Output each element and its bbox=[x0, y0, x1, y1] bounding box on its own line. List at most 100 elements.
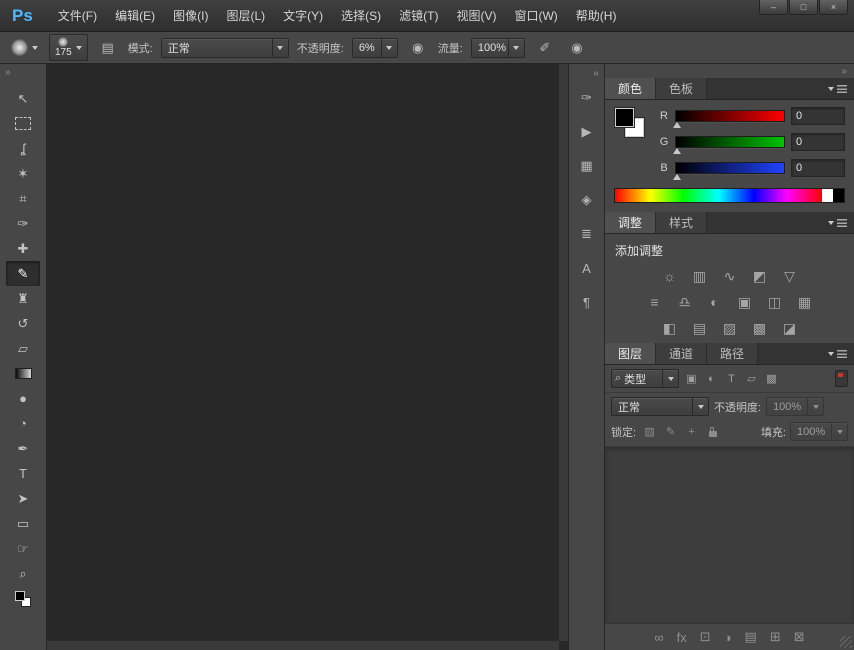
pressure-opacity-button[interactable]: ◉ bbox=[406, 36, 430, 60]
blend-mode-select[interactable]: 正常 bbox=[161, 38, 289, 58]
channel-value-input[interactable]: 0 bbox=[791, 159, 845, 177]
minimize-button[interactable]: – bbox=[759, 0, 788, 15]
menu-item[interactable]: 图层(L) bbox=[217, 0, 274, 32]
invert-adjustment-icon[interactable]: ◧ bbox=[660, 320, 680, 337]
threshold-adjustment-icon[interactable]: ▨ bbox=[720, 320, 740, 337]
eyedropper-tool[interactable]: ✑ bbox=[6, 211, 40, 236]
filter-pixel-layers-icon[interactable]: ▣ bbox=[682, 370, 701, 387]
curves-adjustment-icon[interactable]: ∿ bbox=[720, 268, 740, 285]
color-spectrum-ramp[interactable] bbox=[614, 188, 845, 203]
layer-opacity-select[interactable]: 100% bbox=[766, 397, 824, 416]
black-swatch[interactable] bbox=[833, 189, 844, 202]
panel-tab[interactable]: 色板 bbox=[656, 78, 707, 99]
color-slider-track[interactable] bbox=[675, 110, 785, 122]
clone-source-panel-icon[interactable]: ≣ bbox=[574, 221, 600, 247]
move-tool[interactable]: ↖ bbox=[6, 86, 40, 111]
slider-thumb-icon[interactable] bbox=[673, 148, 681, 154]
selective-color-adjustment-icon[interactable]: ◪ bbox=[780, 320, 800, 337]
lock-position-button[interactable]: + bbox=[682, 423, 701, 440]
panel-menu-icon[interactable] bbox=[828, 212, 854, 233]
lock-all-button[interactable] bbox=[703, 423, 722, 440]
rectangle-tool[interactable]: ▭ bbox=[6, 511, 40, 536]
pressure-size-button[interactable]: ◉ bbox=[565, 36, 589, 60]
foreground-background-colors[interactable] bbox=[6, 586, 40, 611]
channel-value-input[interactable]: 0 bbox=[791, 107, 845, 125]
panel-tab[interactable]: 路径 bbox=[707, 343, 758, 364]
resize-grip[interactable] bbox=[840, 636, 852, 648]
expand-panels-button[interactable]: « bbox=[587, 64, 604, 85]
character-panel-icon[interactable]: A bbox=[574, 255, 600, 281]
exposure-adjustment-icon[interactable]: ◩ bbox=[750, 268, 770, 285]
airbrush-button[interactable]: ✐ bbox=[533, 36, 557, 60]
eraser-tool[interactable]: ▱ bbox=[6, 336, 40, 361]
hand-tool[interactable]: ☞ bbox=[6, 536, 40, 561]
panel-tab[interactable]: 通道 bbox=[656, 343, 707, 364]
horizontal-type-tool[interactable]: T bbox=[6, 461, 40, 486]
menu-item[interactable]: 文件(F) bbox=[49, 0, 106, 32]
tool-preset-picker[interactable] bbox=[8, 37, 41, 58]
new-adjustment-layer-icon[interactable]: ◑ bbox=[724, 630, 732, 645]
menu-item[interactable]: 视图(V) bbox=[447, 0, 505, 32]
maximize-button[interactable]: □ bbox=[789, 0, 818, 15]
close-button[interactable]: × bbox=[819, 0, 848, 15]
panel-tab[interactable]: 样式 bbox=[656, 212, 707, 233]
delete-layer-icon[interactable]: ⊠ bbox=[794, 629, 805, 645]
color-balance-adjustment-icon[interactable]: ♎ bbox=[675, 294, 695, 311]
brush-panel-icon[interactable]: ✑ bbox=[574, 85, 600, 111]
tool-presets-panel-icon[interactable]: ◈ bbox=[574, 187, 600, 213]
panel-menu-icon[interactable] bbox=[828, 343, 854, 364]
vibrance-adjustment-icon[interactable]: ▽ bbox=[780, 268, 800, 285]
filter-smart-object-icon[interactable]: ▩ bbox=[762, 370, 781, 387]
flow-select[interactable]: 100% bbox=[471, 38, 525, 58]
foreground-background-swatches[interactable] bbox=[614, 107, 650, 147]
foreground-color-swatch[interactable] bbox=[615, 108, 634, 127]
gradient-map-adjustment-icon[interactable]: ▩ bbox=[750, 320, 770, 337]
filter-type-layers-icon[interactable]: T bbox=[722, 370, 741, 387]
pen-tool[interactable]: ✒ bbox=[6, 436, 40, 461]
new-group-icon[interactable]: ▤ bbox=[745, 629, 757, 645]
panel-tab[interactable]: 颜色 bbox=[605, 78, 656, 99]
dodge-tool[interactable]: ◔ bbox=[6, 411, 40, 436]
layer-fill-select[interactable]: 100% bbox=[790, 422, 848, 441]
slider-thumb-icon[interactable] bbox=[673, 174, 681, 180]
lock-image-pixels-button[interactable]: ✎ bbox=[661, 423, 680, 440]
channel-mixer-adjustment-icon[interactable]: ◫ bbox=[765, 294, 785, 311]
channel-value-input[interactable]: 0 bbox=[791, 133, 845, 151]
path-selection-tool[interactable]: ➤ bbox=[6, 486, 40, 511]
menu-item[interactable]: 滤镜(T) bbox=[390, 0, 447, 32]
link-layers-icon[interactable]: ∞ bbox=[654, 630, 663, 645]
rectangular-marquee-tool[interactable] bbox=[6, 111, 40, 136]
levels-adjustment-icon[interactable]: ▥ bbox=[690, 268, 710, 285]
color-slider-track[interactable] bbox=[675, 136, 785, 148]
horizontal-scrollbar[interactable] bbox=[47, 640, 559, 650]
filter-adjustment-layers-icon[interactable]: ◐ bbox=[702, 370, 721, 387]
menu-item[interactable]: 图像(I) bbox=[164, 0, 217, 32]
spectrum-gradient[interactable] bbox=[615, 189, 822, 202]
menu-item[interactable]: 文字(Y) bbox=[274, 0, 332, 32]
color-lookup-adjustment-icon[interactable]: ▦ bbox=[795, 294, 815, 311]
zoom-tool[interactable]: ⌕ bbox=[6, 561, 40, 586]
lock-transparent-pixels-button[interactable]: ▨ bbox=[640, 423, 659, 440]
panel-tab[interactable]: 图层 bbox=[605, 343, 656, 364]
menu-item[interactable]: 帮助(H) bbox=[567, 0, 626, 32]
panel-menu-icon[interactable] bbox=[828, 78, 854, 99]
brightness-contrast-adjustment-icon[interactable]: ☼ bbox=[660, 268, 680, 285]
new-layer-icon[interactable]: ⊞ bbox=[770, 629, 781, 645]
layer-blend-mode-select[interactable]: 正常 bbox=[611, 397, 709, 416]
slider-thumb-icon[interactable] bbox=[673, 122, 681, 128]
actions-panel-icon[interactable]: ▶ bbox=[574, 119, 600, 145]
toggle-brush-panel-button[interactable]: ▤ bbox=[96, 36, 120, 60]
menu-item[interactable]: 选择(S) bbox=[332, 0, 390, 32]
hue-saturation-adjustment-icon[interactable]: ≡ bbox=[645, 294, 665, 311]
canvas[interactable] bbox=[47, 64, 568, 650]
spot-healing-brush-tool[interactable]: ✚ bbox=[6, 236, 40, 261]
filter-shape-layers-icon[interactable]: ▱ bbox=[742, 370, 761, 387]
blur-tool[interactable]: ● bbox=[6, 386, 40, 411]
menu-item[interactable]: 窗口(W) bbox=[505, 0, 566, 32]
white-swatch[interactable] bbox=[822, 189, 833, 202]
layer-filter-select[interactable]: ⌕ 类型 bbox=[611, 369, 679, 388]
layers-list[interactable] bbox=[605, 447, 854, 623]
layer-filter-toggle[interactable] bbox=[835, 370, 848, 387]
clone-stamp-tool[interactable]: ♜ bbox=[6, 286, 40, 311]
brush-presets-panel-icon[interactable]: ▦ bbox=[574, 153, 600, 179]
